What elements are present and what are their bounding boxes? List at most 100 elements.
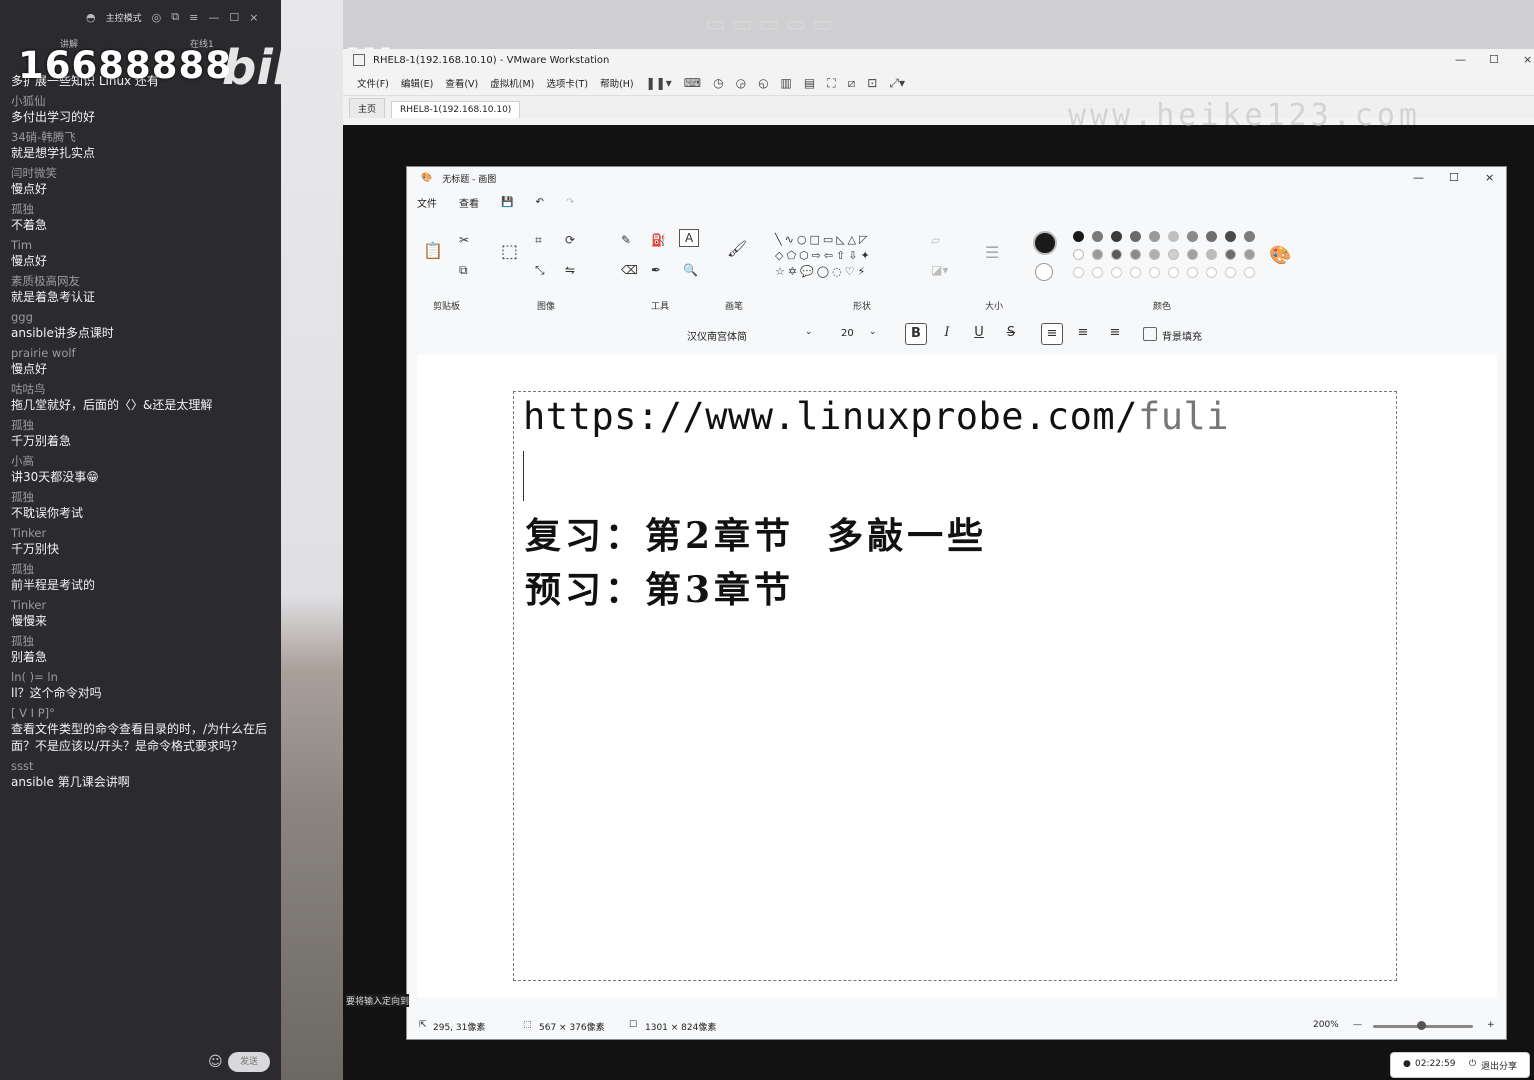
palette-swatch[interactable] xyxy=(1168,249,1179,260)
send-keys-icon[interactable]: ⌨ xyxy=(684,76,701,90)
crop-icon[interactable]: ⌗ xyxy=(535,233,542,248)
minimize-icon[interactable]: — xyxy=(208,11,219,24)
custom-color-slot[interactable] xyxy=(1111,267,1122,278)
fill-icon[interactable]: ⛽ xyxy=(651,233,666,247)
rotate-icon[interactable]: ⟳ xyxy=(565,233,575,247)
palette-swatch[interactable] xyxy=(1092,231,1103,242)
brush-icon[interactable]: 🖌 xyxy=(727,239,747,258)
copy-icon[interactable]: ⧉ xyxy=(459,263,468,278)
menu-view[interactable]: 查看 xyxy=(459,195,479,210)
minimize-icon[interactable]: — xyxy=(1455,53,1466,66)
eraser-icon[interactable]: ⌫ xyxy=(621,263,638,277)
palette-swatch[interactable] xyxy=(1073,249,1084,260)
resize-icon[interactable]: ⤡ xyxy=(535,263,545,278)
align-right-button[interactable]: ≡ xyxy=(1105,323,1125,343)
custom-color-slot[interactable] xyxy=(1206,267,1217,278)
chevron-down-icon[interactable]: ⌄ xyxy=(869,327,877,337)
menu-vm[interactable]: 虚拟机(M) xyxy=(490,76,534,90)
menu-edit[interactable]: 编辑(E) xyxy=(401,76,433,90)
tab-vm[interactable]: RHEL8-1(192.168.10.10) xyxy=(391,101,521,118)
shape-row-1[interactable]: ╲∿○□▭◺△◸ xyxy=(775,233,871,246)
stretch-icon[interactable]: ⤢▾ xyxy=(889,76,905,91)
palette-swatch[interactable] xyxy=(1244,249,1255,260)
close-icon[interactable]: × xyxy=(1523,53,1532,66)
pencil-icon[interactable]: ✎ xyxy=(621,233,631,247)
align-center-button[interactable]: ≡ xyxy=(1073,323,1093,343)
font-size-select[interactable]: 20 xyxy=(841,328,854,339)
text-box[interactable] xyxy=(513,391,1397,981)
drawing-canvas[interactable]: https://www.linuxprobe.com/fuli 复习：第2章节 … xyxy=(417,355,1497,997)
close-icon[interactable]: × xyxy=(249,11,258,24)
library-icon[interactable]: ▥ xyxy=(781,76,792,90)
palette-swatch[interactable] xyxy=(1225,231,1236,242)
edit-colors-icon[interactable]: 🎨 xyxy=(1269,245,1291,266)
strikethrough-button[interactable]: S xyxy=(1001,323,1021,343)
custom-color-slot[interactable] xyxy=(1130,267,1141,278)
palette-swatch[interactable] xyxy=(1225,249,1236,260)
chevron-down-icon[interactable]: ⌄ xyxy=(805,327,813,337)
flip-icon[interactable]: ⇋ xyxy=(565,263,575,277)
palette-swatch[interactable] xyxy=(1130,249,1141,260)
palette-swatch[interactable] xyxy=(1168,231,1179,242)
maximize-icon[interactable]: ☐ xyxy=(1449,171,1459,184)
undo-icon[interactable]: ↶ xyxy=(535,197,543,208)
custom-color-slot[interactable] xyxy=(1149,267,1160,278)
custom-color-slot[interactable] xyxy=(1092,267,1103,278)
palette-swatch[interactable] xyxy=(1244,231,1255,242)
custom-color-slot[interactable] xyxy=(1073,267,1084,278)
save-icon[interactable]: 💾 xyxy=(501,197,513,208)
color1-swatch[interactable] xyxy=(1033,231,1057,255)
zoom-slider-handle[interactable] xyxy=(1417,1021,1426,1030)
select-icon[interactable]: ⬚ xyxy=(501,241,518,262)
palette-swatch[interactable] xyxy=(1149,249,1160,260)
palette-swatch[interactable] xyxy=(1149,231,1160,242)
pause-icon[interactable]: ❚❚▾ xyxy=(646,76,672,90)
unity-icon[interactable]: ⧄ xyxy=(848,76,856,91)
palette-swatch[interactable] xyxy=(1187,231,1198,242)
font-name-select[interactable]: 汉仪南宫体简 xyxy=(687,328,747,343)
palette-swatch[interactable] xyxy=(1092,249,1103,260)
zoom-in-icon[interactable]: + xyxy=(1487,1020,1495,1030)
palette-swatch[interactable] xyxy=(1206,249,1217,260)
shape-row-3[interactable]: ☆✡💬◯◌♡⚡ xyxy=(775,265,868,278)
custom-color-slot[interactable] xyxy=(1168,267,1179,278)
menu-tabs[interactable]: 选项卡(T) xyxy=(546,76,588,90)
italic-button[interactable]: I xyxy=(937,323,957,343)
custom-color-slot[interactable] xyxy=(1244,267,1255,278)
maximize-icon[interactable]: ☐ xyxy=(229,11,239,24)
magnifier-icon[interactable]: 🔍 xyxy=(683,263,698,277)
bold-button[interactable]: B xyxy=(905,323,927,345)
revert-snapshot-icon[interactable]: ◶ xyxy=(736,76,746,90)
snapshot-manager-icon[interactable]: ◵ xyxy=(758,76,768,90)
text-tool-icon[interactable]: A xyxy=(679,229,700,247)
tab-home[interactable]: 主页 xyxy=(349,98,386,118)
send-button[interactable]: 发送 xyxy=(228,1052,270,1072)
shape-outline-icon[interactable]: ▱ xyxy=(931,233,940,247)
menu-icon[interactable]: ≡ xyxy=(189,11,198,24)
color-picker-icon[interactable]: ✒ xyxy=(651,263,661,277)
custom-color-slot[interactable] xyxy=(1187,267,1198,278)
minimize-icon[interactable]: — xyxy=(1413,171,1424,184)
menu-file[interactable]: 文件 xyxy=(417,195,437,210)
fullscreen-icon[interactable]: ⛶ xyxy=(827,76,835,91)
palette-swatch[interactable] xyxy=(1111,231,1122,242)
thumbnail-icon[interactable]: ▤ xyxy=(804,76,815,90)
exit-share-button[interactable]: 退出分享 xyxy=(1481,1059,1517,1072)
shape-fill-icon[interactable]: ◪▾ xyxy=(931,263,948,277)
settings-icon[interactable]: ◎ xyxy=(152,11,162,24)
palette-swatch[interactable] xyxy=(1187,249,1198,260)
background-fill-checkbox[interactable] xyxy=(1143,327,1157,341)
zoom-out-icon[interactable]: — xyxy=(1353,1020,1362,1030)
size-icon[interactable]: ☰ xyxy=(985,243,999,262)
palette-swatch[interactable] xyxy=(1206,231,1217,242)
menu-help[interactable]: 帮助(H) xyxy=(600,76,634,90)
popout-icon[interactable]: ⧉ xyxy=(171,10,179,24)
snapshot-icon[interactable]: ◷ xyxy=(713,76,723,90)
cut-icon[interactable]: ✂ xyxy=(459,233,469,247)
close-icon[interactable]: × xyxy=(1485,171,1494,184)
paste-icon[interactable]: 📋 xyxy=(423,241,443,260)
underline-button[interactable]: U xyxy=(969,323,989,343)
palette-swatch[interactable] xyxy=(1073,231,1084,242)
align-left-button[interactable]: ≡ xyxy=(1041,323,1063,345)
custom-color-slot[interactable] xyxy=(1225,267,1236,278)
